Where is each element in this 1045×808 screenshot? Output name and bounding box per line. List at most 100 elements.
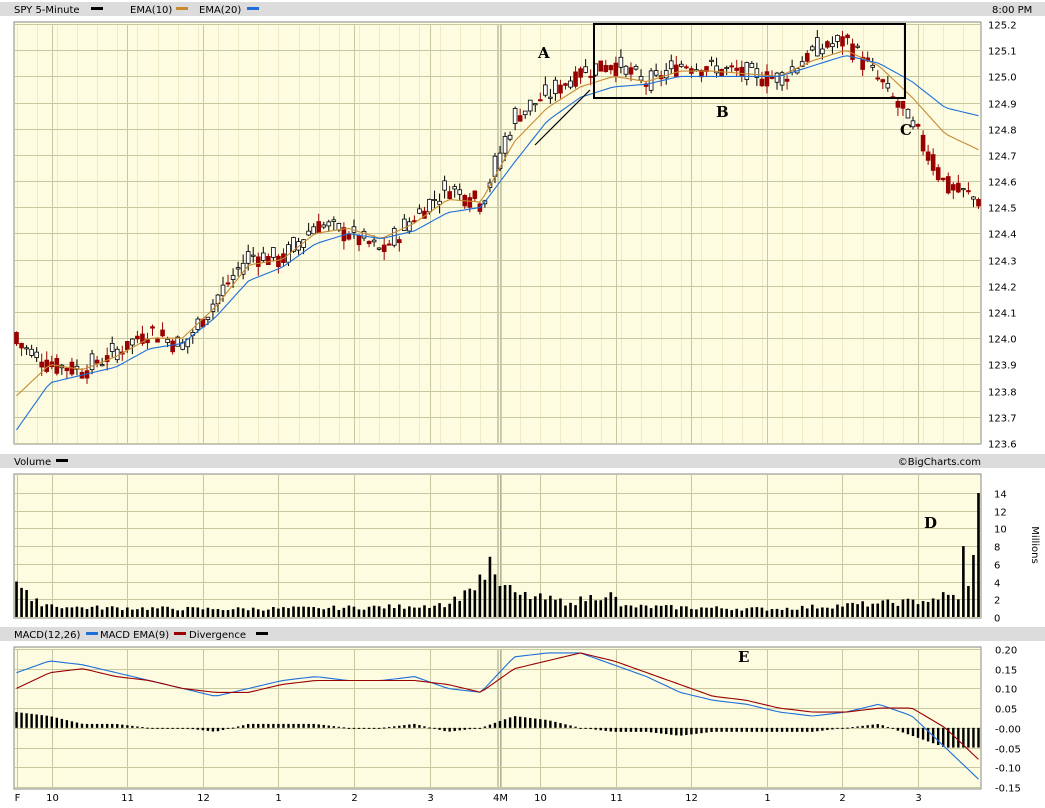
volume-bar bbox=[332, 605, 336, 617]
volume-bar bbox=[90, 606, 94, 617]
candle-body bbox=[895, 101, 901, 108]
divergence-bar bbox=[342, 727, 346, 729]
volume-bar bbox=[413, 607, 416, 617]
volume-bar bbox=[468, 588, 472, 617]
volume-bar bbox=[755, 607, 759, 617]
divergence-bar bbox=[393, 726, 396, 728]
volume-tick-label: 10 bbox=[994, 525, 1007, 536]
candle-body bbox=[588, 75, 593, 78]
volume-bar bbox=[669, 605, 673, 617]
divergence-bar bbox=[549, 720, 552, 728]
volume-bar bbox=[710, 607, 713, 617]
candle-body bbox=[628, 67, 634, 75]
volume-bar bbox=[272, 607, 275, 617]
volume-bar bbox=[690, 608, 693, 617]
volume-bar bbox=[705, 607, 708, 617]
volume-bar bbox=[307, 606, 310, 617]
divergence-bar bbox=[936, 727, 940, 746]
macd-title: MACD(12,26) bbox=[14, 630, 81, 641]
candle-body bbox=[99, 364, 105, 367]
volume-bar bbox=[977, 493, 980, 617]
candle-body bbox=[29, 348, 34, 356]
volume-bar bbox=[810, 604, 814, 617]
candle-body bbox=[739, 66, 745, 76]
volume-bar bbox=[201, 609, 205, 617]
volume-bar bbox=[654, 605, 658, 617]
volume-bar bbox=[554, 599, 557, 617]
divergence-bar bbox=[302, 723, 305, 728]
volume-bar bbox=[131, 609, 134, 617]
candle-body bbox=[613, 62, 619, 77]
volume-bar bbox=[120, 610, 124, 617]
divergence-bar bbox=[151, 727, 154, 729]
divergence-bar bbox=[599, 727, 602, 731]
divergence-bar bbox=[685, 727, 688, 735]
volume-tick-label: 8 bbox=[994, 543, 1000, 554]
x-tick-label: 1 bbox=[275, 793, 281, 804]
candle-body bbox=[432, 199, 437, 202]
ema20-label: EMA(20) bbox=[199, 5, 241, 16]
volume-bar bbox=[453, 596, 456, 617]
divergence-bar bbox=[50, 716, 53, 728]
volume-bar bbox=[735, 608, 739, 617]
divergence-bar bbox=[433, 727, 436, 729]
volume-bar bbox=[251, 607, 255, 617]
price-tick-label: 124.0 bbox=[988, 335, 1017, 346]
annotation-a: A bbox=[537, 44, 550, 62]
divergence-bar bbox=[750, 727, 754, 732]
volume-bar bbox=[821, 607, 824, 617]
volume-bar bbox=[579, 596, 582, 617]
volume-bar bbox=[831, 608, 834, 617]
divergence-bar bbox=[866, 725, 869, 728]
divergence-bar bbox=[488, 724, 492, 728]
divergence-bar bbox=[100, 723, 104, 728]
candle-body bbox=[94, 359, 100, 364]
x-tick-label: 1 bbox=[764, 793, 770, 804]
annotation-d: D bbox=[924, 514, 937, 532]
volume-bar bbox=[438, 603, 441, 617]
divergence-bar bbox=[654, 727, 658, 733]
volume-bar bbox=[221, 610, 225, 617]
volume-bar bbox=[206, 607, 210, 617]
candle-body bbox=[598, 60, 604, 72]
divergence-bar bbox=[765, 727, 769, 732]
divergence-bar bbox=[85, 723, 89, 728]
divergence-bar bbox=[307, 723, 310, 728]
volume-bar bbox=[967, 586, 970, 617]
divergence-bar bbox=[770, 727, 774, 732]
candle-body bbox=[235, 267, 241, 270]
divergence-bar bbox=[40, 715, 43, 728]
divergence-bar bbox=[60, 718, 64, 728]
volume-bar bbox=[362, 609, 366, 617]
candle-body bbox=[517, 115, 523, 122]
volume-bar bbox=[473, 590, 477, 617]
price-tick-label: 124.2 bbox=[988, 283, 1017, 294]
volume-bar bbox=[403, 608, 406, 617]
candle-body bbox=[759, 78, 765, 87]
candle-body bbox=[638, 76, 644, 81]
volume-bar bbox=[559, 598, 562, 617]
candle-body bbox=[950, 184, 956, 191]
divergence-bar bbox=[846, 727, 849, 729]
volume-bar bbox=[191, 607, 195, 617]
volume-tick-label: 2 bbox=[994, 596, 1000, 607]
volume-bar bbox=[886, 599, 890, 617]
divergence-bar bbox=[780, 727, 784, 732]
volume-bar bbox=[916, 604, 920, 617]
divergence-bar bbox=[257, 723, 260, 728]
volume-bar bbox=[478, 574, 482, 617]
volume-bar bbox=[957, 599, 960, 617]
volume-bar bbox=[785, 607, 789, 617]
divergence-bar bbox=[790, 727, 794, 732]
volume-bar bbox=[745, 608, 749, 617]
divergence-bar bbox=[871, 724, 874, 728]
macd-tick-label: 0.15 bbox=[995, 666, 1017, 677]
volume-bar bbox=[161, 606, 164, 617]
divergence-bar bbox=[443, 727, 446, 732]
volume-swatch bbox=[56, 459, 68, 462]
annotation-b: B bbox=[716, 103, 729, 121]
price-tick-label: 124.4 bbox=[988, 230, 1017, 241]
chart-canvas: SPY 5-Minute EMA(10) EMA(20) 8:00 PM Vol… bbox=[0, 0, 1045, 808]
divergence-bar bbox=[811, 727, 814, 732]
divergence-bar bbox=[856, 726, 859, 728]
